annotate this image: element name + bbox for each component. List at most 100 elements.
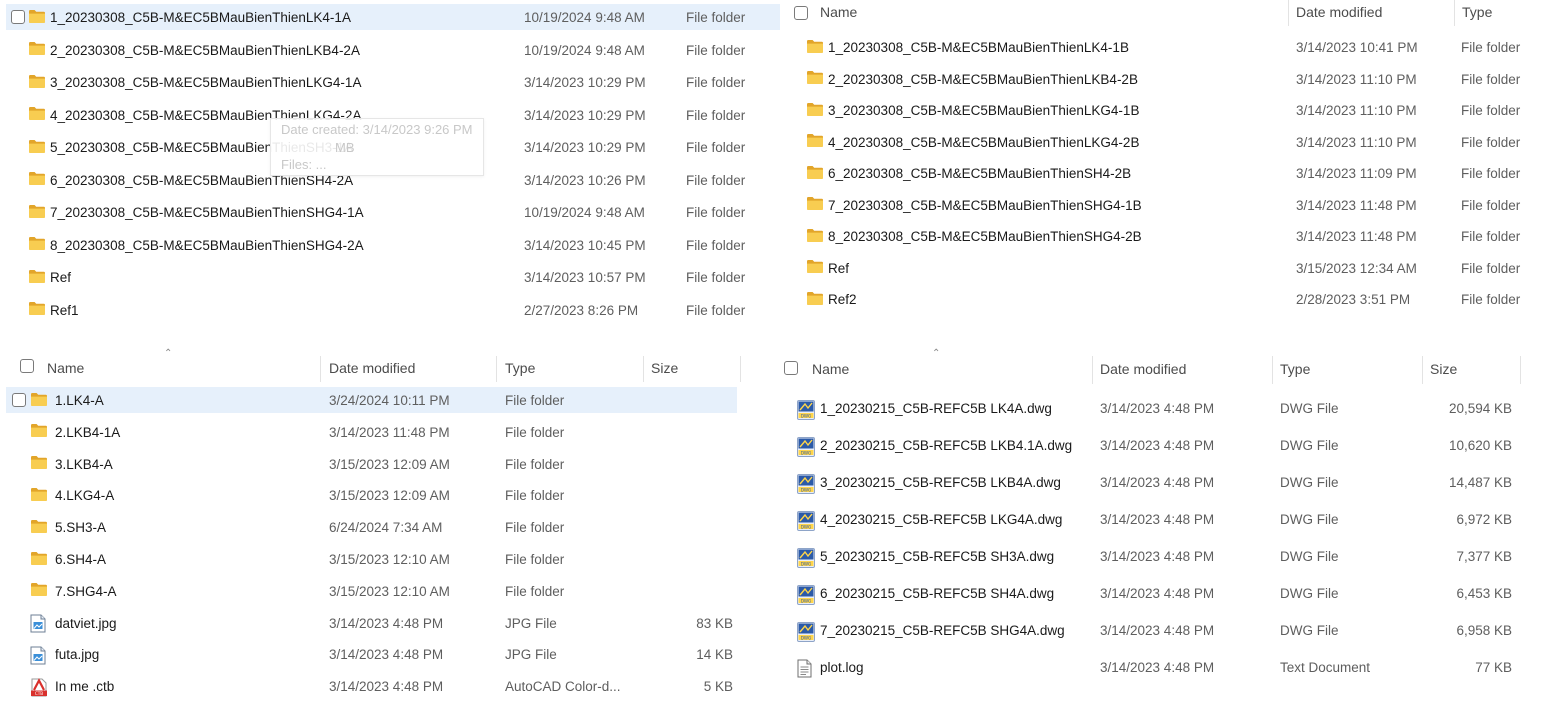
text-file-icon — [797, 659, 812, 681]
file-name: In me .ctb — [55, 679, 115, 695]
file-row[interactable]: 3.LKB4-A 3/15/2023 12:09 AM File folder — [6, 451, 737, 477]
file-name: 5_20230215_C5B-REFC5B SH3A.dwg — [820, 549, 1055, 564]
file-name: datviet.jpg — [55, 615, 117, 631]
column-header-name[interactable]: Name — [820, 4, 857, 20]
folder-row[interactable]: 7_20230308_C5B-M&EC5BMauBienThienSHG4-1B… — [786, 192, 1560, 218]
file-row[interactable]: DWG 5_20230215_C5B-REFC5B SH3A.dwg 3/14/20… — [772, 542, 1532, 570]
file-type: File folder — [1461, 134, 1521, 150]
file-type: File folder — [505, 393, 565, 408]
file-name: 7_20230308_C5B-M&EC5BMauBienThienSHG4-1A — [50, 205, 364, 220]
file-name: 5.SH3-A — [55, 520, 107, 536]
file-row[interactable]: DWG 4_20230215_C5B-REFC5B LKG4A.dwg 3/14/2… — [772, 505, 1532, 533]
file-row[interactable]: DWG 3_20230215_C5B-REFC5B LKB4A.dwg 3/14/2… — [772, 468, 1532, 496]
svg-text:DWG: DWG — [801, 487, 812, 492]
file-name: 8_20230308_C5B-M&EC5BMauBienThienSHG4-2B — [828, 229, 1142, 244]
file-row[interactable]: 5.SH3-A 6/24/2024 7:34 AM File folder — [6, 514, 737, 540]
select-all-checkbox[interactable] — [794, 6, 808, 20]
explorer-panel-bottom-right: ⌃ Name Date modified Type Size DWG 1_2023… — [772, 348, 1560, 710]
file-type: File folder — [686, 237, 746, 253]
column-header-size[interactable]: Size — [1430, 361, 1457, 377]
file-row[interactable]: 6.SH4-A 3/15/2023 12:10 AM File folder — [6, 546, 737, 572]
folder-row[interactable]: 1_20230308_C5B-M&EC5BMauBienThienLK4-1B 3… — [786, 34, 1560, 60]
column-header-name[interactable]: Name — [812, 361, 849, 377]
file-row[interactable]: DWG 1_20230215_C5B-REFC5B LK4A.dwg 3/14/20… — [772, 394, 1532, 422]
column-header-date[interactable]: Date modified — [1100, 361, 1186, 377]
folder-row[interactable]: 4_20230308_C5B-M&EC5BMauBienThienLKG4-2B… — [786, 129, 1560, 155]
folder-row[interactable]: Ref1 2/27/2023 8:26 PM File folder — [6, 297, 780, 323]
file-row[interactable]: plot.log 3/14/2023 4:48 PM Text Document 77… — [772, 653, 1532, 681]
date-modified: 3/14/2023 11:10 PM — [1296, 103, 1417, 118]
column-header-size[interactable]: Size — [651, 360, 678, 376]
file-row[interactable]: CTB In me .ctb 3/14/2023 4:48 PM AutoCAD Co… — [6, 673, 737, 699]
folder-row[interactable]: 1_20230308_C5B-M&EC5BMauBienThienLK4-1A 1… — [6, 4, 780, 30]
file-type: File folder — [505, 552, 565, 567]
file-type: File folder — [1461, 292, 1521, 307]
folder-icon — [28, 301, 46, 319]
folder-row[interactable]: 2_20230308_C5B-M&EC5BMauBienThienLKB4-2B… — [786, 66, 1560, 92]
svg-text:DWG: DWG — [801, 598, 812, 603]
file-row[interactable]: 4.LKG4-A 3/15/2023 12:09 AM File folder — [6, 482, 737, 508]
folder-icon — [28, 106, 46, 124]
tooltip-date-created: Date created: 3/14/2023 9:26 PM — [281, 122, 473, 137]
file-row[interactable]: futa.jpg 3/14/2023 4:48 PM JPG File 14 KB — [6, 641, 737, 667]
file-name: 8_20230308_C5B-M&EC5BMauBienThienSHG4-2A — [50, 237, 364, 253]
date-modified: 10/19/2024 9:48 AM — [524, 42, 645, 58]
select-all-checkbox[interactable] — [20, 359, 34, 373]
date-modified: 3/14/2023 4:48 PM — [1100, 401, 1215, 416]
file-name: 3_20230308_C5B-M&EC5BMauBienThienLKG4-1A — [50, 75, 362, 90]
folder-icon — [28, 171, 46, 189]
folder-row[interactable]: 3_20230308_C5B-M&EC5BMauBienThienLKG4-1A… — [6, 69, 780, 95]
date-modified: 3/14/2023 4:48 PM — [329, 679, 444, 695]
file-type: DWG File — [1280, 438, 1339, 453]
date-modified: 3/15/2023 12:09 AM — [329, 456, 450, 472]
folder-row[interactable]: 8_20230308_C5B-M&EC5BMauBienThienSHG4-2A… — [6, 232, 780, 258]
folder-row[interactable]: Ref2 2/28/2023 3:51 PM File folder — [786, 286, 1560, 312]
file-name: 7_20230308_C5B-M&EC5BMauBienThienSHG4-1B — [828, 197, 1142, 213]
dwg-file-icon: DWG — [797, 584, 815, 608]
row-checkbox[interactable] — [12, 393, 26, 407]
column-header-name[interactable]: Name — [47, 360, 84, 376]
tooltip-size: MB — [335, 140, 355, 155]
folder-row[interactable]: 8_20230308_C5B-M&EC5BMauBienThienSHG4-2B… — [786, 223, 1560, 249]
column-header-date[interactable]: Date modified — [329, 360, 415, 376]
file-type: DWG File — [1280, 512, 1339, 527]
select-all-checkbox[interactable] — [784, 361, 798, 375]
file-row[interactable]: 2.LKB4-1A 3/14/2023 11:48 PM File folder — [6, 419, 737, 445]
file-row[interactable]: 7.SHG4-A 3/15/2023 12:10 AM File folder — [6, 578, 737, 604]
folder-row[interactable]: Ref 3/14/2023 10:57 PM File folder — [6, 264, 780, 290]
file-type: File folder — [686, 302, 746, 318]
file-size: 14 KB — [696, 647, 733, 663]
file-row[interactable]: 1.LK4-A 3/24/2024 10:11 PM File folder — [6, 387, 737, 413]
file-row[interactable]: DWG 7_20230215_C5B-REFC5B SHG4A.dwg 3/14/2… — [772, 616, 1532, 644]
folder-icon — [806, 196, 824, 214]
folder-row[interactable]: 6_20230308_C5B-M&EC5BMauBienThienSH4-2B 3… — [786, 160, 1560, 186]
date-modified: 3/15/2023 12:09 AM — [329, 488, 450, 504]
file-row[interactable]: DWG 2_20230215_C5B-REFC5B LKB4.1A.dwg 3/14… — [772, 431, 1532, 459]
file-name: Ref1 — [50, 302, 79, 318]
file-type: File folder — [1461, 229, 1521, 244]
folder-row[interactable]: 3_20230308_C5B-M&EC5BMauBienThienLKG4-1B… — [786, 97, 1560, 123]
date-modified: 3/14/2023 11:48 PM — [329, 424, 450, 440]
folder-row[interactable]: Ref 3/15/2023 12:34 AM File folder — [786, 255, 1560, 281]
image-file-icon — [30, 614, 46, 636]
column-header-date[interactable]: Date modified — [1296, 4, 1382, 20]
date-modified: 10/19/2024 9:48 AM — [524, 10, 645, 25]
file-size: 83 KB — [696, 615, 733, 631]
folder-row[interactable]: 2_20230308_C5B-M&EC5BMauBienThienLKB4-2A… — [6, 37, 780, 63]
file-type: DWG File — [1280, 586, 1339, 601]
folder-icon — [30, 519, 48, 537]
column-header-row: Name Date modified Type — [786, 0, 1560, 26]
row-checkbox[interactable] — [11, 10, 25, 24]
date-modified: 3/14/2023 10:57 PM — [524, 270, 646, 285]
date-modified: 3/14/2023 4:48 PM — [1100, 660, 1215, 675]
file-row[interactable]: datviet.jpg 3/14/2023 4:48 PM JPG File 83 K… — [6, 610, 737, 636]
folder-row[interactable]: 7_20230308_C5B-M&EC5BMauBienThienSHG4-1A… — [6, 199, 780, 225]
column-header-type[interactable]: Type — [1280, 361, 1310, 377]
explorer-panel-top-right: ⌃ Name Date modified Type 1_20230308_C5B… — [786, 0, 1560, 330]
file-name: plot.log — [820, 660, 864, 675]
file-type: DWG File — [1280, 549, 1339, 564]
column-header-type[interactable]: Type — [1462, 4, 1492, 20]
column-header-type[interactable]: Type — [505, 360, 535, 376]
file-name: 6_20230215_C5B-REFC5B SH4A.dwg — [820, 586, 1055, 601]
file-row[interactable]: DWG 6_20230215_C5B-REFC5B SH4A.dwg 3/14/20… — [772, 579, 1532, 607]
